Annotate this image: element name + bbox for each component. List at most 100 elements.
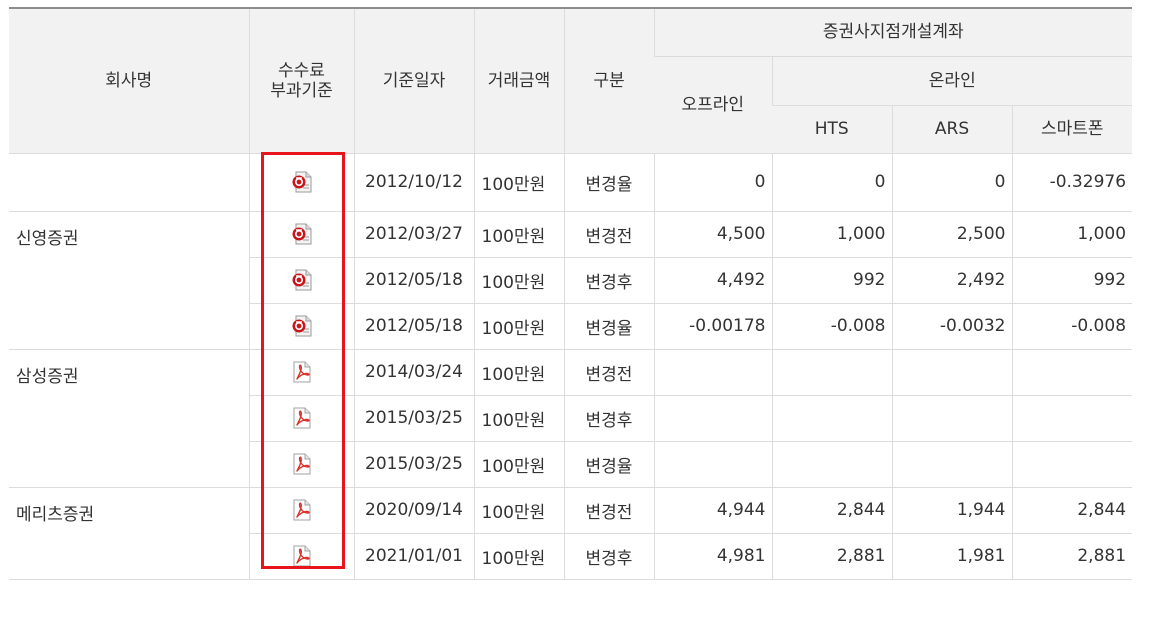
header-hts: HTS xyxy=(772,105,892,154)
date-cell: 2012/05/18 xyxy=(353,257,474,304)
ars-cell: 1,944 xyxy=(891,487,1012,534)
company-cell xyxy=(9,153,249,212)
pdf-file-icon[interactable] xyxy=(291,407,313,429)
offline-cell: 0 xyxy=(653,153,772,212)
header-base-date: 기준일자 xyxy=(353,7,474,154)
date-cell: 2021/01/01 xyxy=(353,533,474,580)
amount-cell: 100만원 xyxy=(473,487,564,534)
hts-cell xyxy=(771,441,892,488)
table-header: 회사명 수수료 부과기준 기준일자 거래금액 구분 증권사지점개설계좌 오프라인… xyxy=(9,7,1133,154)
header-category: 구분 xyxy=(563,7,654,154)
amount-cell: 100만원 xyxy=(473,533,564,580)
ars-cell xyxy=(891,441,1012,488)
offline-cell: 4,944 xyxy=(653,487,772,534)
pdf-file-icon[interactable] xyxy=(291,361,313,383)
company-cell: 신영증권 xyxy=(9,211,249,350)
smartphone-cell: -0.008 xyxy=(1011,303,1133,350)
ars-cell: -0.0032 xyxy=(891,303,1012,350)
hwp-file-icon[interactable] xyxy=(291,269,313,291)
fee-doc-cell xyxy=(248,533,354,580)
fee-doc-cell xyxy=(248,395,354,442)
hwp-file-icon[interactable] xyxy=(291,315,313,337)
hwp-file-icon[interactable] xyxy=(291,171,313,193)
date-cell: 2015/03/25 xyxy=(353,441,474,488)
hts-cell: -0.008 xyxy=(771,303,892,350)
offline-cell: -0.00178 xyxy=(653,303,772,350)
kind-cell: 변경전 xyxy=(563,349,654,396)
fee-doc-cell xyxy=(248,211,354,258)
hts-cell: 0 xyxy=(771,153,892,212)
company-cell: 삼성증권 xyxy=(9,349,249,488)
kind-cell: 변경후 xyxy=(563,533,654,580)
ars-cell: 0 xyxy=(891,153,1012,212)
fee-doc-cell xyxy=(248,441,354,488)
ars-cell: 2,500 xyxy=(891,211,1012,258)
smartphone-cell xyxy=(1011,349,1133,396)
kind-cell: 변경율 xyxy=(563,153,654,212)
hts-cell: 992 xyxy=(771,257,892,304)
amount-cell: 100만원 xyxy=(473,349,564,396)
fee-table-container: 회사명 수수료 부과기준 기준일자 거래금액 구분 증권사지점개설계좌 오프라인… xyxy=(9,7,1133,580)
header-trade-amount: 거래금액 xyxy=(473,7,564,154)
smartphone-cell: 2,881 xyxy=(1011,533,1133,580)
smartphone-cell: -0.32976 xyxy=(1011,153,1133,212)
header-fee-basis-line1: 수수료 xyxy=(278,60,325,81)
header-online: 온라인 xyxy=(771,56,1133,106)
amount-cell: 100만원 xyxy=(473,211,564,258)
amount-cell: 100만원 xyxy=(473,441,564,488)
ars-cell xyxy=(891,395,1012,442)
kind-cell: 변경후 xyxy=(563,257,654,304)
offline-cell: 4,492 xyxy=(653,257,772,304)
hwp-file-icon[interactable] xyxy=(291,223,313,245)
table-row: 삼성증권 2014/03/24 100만원 변경전 xyxy=(9,349,1133,488)
header-company: 회사명 xyxy=(9,7,249,154)
hts-cell: 1,000 xyxy=(771,211,892,258)
amount-cell: 100만원 xyxy=(473,153,564,212)
fee-doc-cell xyxy=(248,153,354,212)
header-fee-basis-line2: 부과기준 xyxy=(270,80,333,101)
header-fee-basis: 수수료 부과기준 xyxy=(248,7,354,154)
amount-cell: 100만원 xyxy=(473,395,564,442)
offline-cell: 4,500 xyxy=(653,211,772,258)
kind-cell: 변경율 xyxy=(563,303,654,350)
table-row: 2012/10/12 100만원 변경율 0 0 0 -0.32976 xyxy=(9,153,1133,212)
kind-cell: 변경후 xyxy=(563,395,654,442)
date-cell: 2015/03/25 xyxy=(353,395,474,442)
offline-cell xyxy=(653,349,772,396)
smartphone-cell: 2,844 xyxy=(1011,487,1133,534)
offline-cell xyxy=(653,441,772,488)
smartphone-cell xyxy=(1011,441,1133,488)
hts-cell: 2,844 xyxy=(771,487,892,534)
table-body: 2012/10/12 100만원 변경율 0 0 0 -0.32976 신영증권… xyxy=(9,153,1133,580)
smartphone-cell xyxy=(1011,395,1133,442)
ars-cell: 1,981 xyxy=(891,533,1012,580)
pdf-file-icon[interactable] xyxy=(291,499,313,521)
offline-cell xyxy=(653,395,772,442)
table-row: 메리츠증권 2020/09/14 100만원 변경전 4,944 2,844 1… xyxy=(9,487,1133,580)
hts-cell xyxy=(771,395,892,442)
smartphone-cell: 992 xyxy=(1011,257,1133,304)
amount-cell: 100만원 xyxy=(473,257,564,304)
ars-cell xyxy=(891,349,1012,396)
offline-cell: 4,981 xyxy=(653,533,772,580)
company-cell: 메리츠증권 xyxy=(9,487,249,580)
date-cell: 2014/03/24 xyxy=(353,349,474,396)
date-cell: 2012/03/27 xyxy=(353,211,474,258)
date-cell: 2020/09/14 xyxy=(353,487,474,534)
kind-cell: 변경전 xyxy=(563,211,654,258)
fee-table: 회사명 수수료 부과기준 기준일자 거래금액 구분 증권사지점개설계좌 오프라인… xyxy=(9,7,1133,580)
kind-cell: 변경율 xyxy=(563,441,654,488)
fee-doc-cell xyxy=(248,303,354,350)
amount-cell: 100만원 xyxy=(473,303,564,350)
date-cell: 2012/10/12 xyxy=(353,153,474,212)
table-row: 신영증권 2012/03/27 100만원 변경전 4,500 1,000 2,… xyxy=(9,211,1133,350)
smartphone-cell: 1,000 xyxy=(1011,211,1133,258)
hts-cell xyxy=(771,349,892,396)
pdf-file-icon[interactable] xyxy=(291,545,313,567)
fee-doc-cell xyxy=(248,349,354,396)
header-branch-account: 증권사지점개설계좌 xyxy=(653,7,1133,57)
fee-doc-cell xyxy=(248,257,354,304)
ars-cell: 2,492 xyxy=(891,257,1012,304)
fee-doc-cell xyxy=(248,487,354,534)
pdf-file-icon[interactable] xyxy=(291,453,313,475)
